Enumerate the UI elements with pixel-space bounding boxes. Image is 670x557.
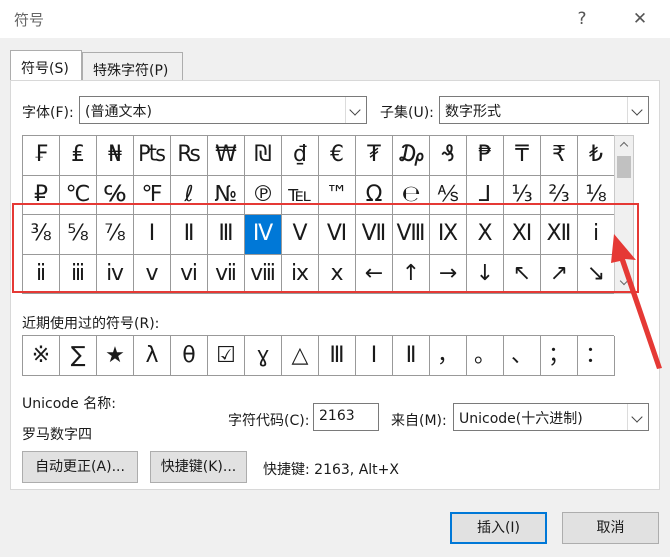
font-label: 字体(F): [22, 105, 74, 121]
recent-symbol-cell[interactable]: ☑ [208, 336, 245, 376]
symbol-cell[interactable]: ₮ [356, 136, 393, 176]
symbol-cell[interactable]: ₩ [208, 136, 245, 176]
recent-symbol-cell[interactable]: ， [430, 336, 467, 376]
recent-symbol-cell[interactable]: ∑ [60, 336, 97, 376]
font-dropdown[interactable]: (普通文本) [79, 96, 367, 124]
symbol-cell[interactable]: € [319, 136, 356, 176]
symbol-cell[interactable]: ₦ [97, 136, 134, 176]
annotation-arrow-icon [611, 234, 662, 369]
symbol-cell[interactable]: ₸ [504, 136, 541, 176]
recent-symbol-cell[interactable]: Ⅲ [319, 336, 356, 376]
cancel-button[interactable]: 取消 [562, 512, 659, 544]
symbol-cell[interactable]: ₪ [245, 136, 282, 176]
recent-symbol-cell[interactable]: ※ [23, 336, 60, 376]
subset-value: 数字形式 [445, 104, 501, 120]
recent-symbol-cell[interactable]: Ⅰ [356, 336, 393, 376]
symbol-cell[interactable]: ₰ [430, 136, 467, 176]
symbol-cell[interactable]: ₯ [393, 136, 430, 176]
shortcut-text: 快捷键: 2163, Alt+X [263, 462, 399, 478]
from-label: 来自(M): [391, 413, 447, 429]
window-title: 符号 [14, 11, 45, 29]
recent-symbol-cell[interactable]: △ [282, 336, 319, 376]
symbol-cell[interactable]: ₺ [578, 136, 615, 176]
insert-button[interactable]: 插入(I) [450, 512, 547, 544]
symbol-cell[interactable]: ₧ [134, 136, 171, 176]
chevron-down-icon [627, 404, 648, 430]
autocorrect-button[interactable]: 自动更正(A)... [22, 451, 138, 483]
char-code-input[interactable]: 2163 [313, 403, 379, 431]
symbol-cell[interactable]: ₨ [171, 136, 208, 176]
chevron-down-icon [627, 97, 648, 123]
recent-symbols-row: ※ ∑ ★ λ θ ☑ ɣ △ Ⅲ Ⅰ Ⅱ，。、；： [22, 335, 615, 376]
scroll-thumb[interactable] [617, 156, 631, 178]
symbol-cell[interactable]: ₱ [467, 136, 504, 176]
scroll-up-icon[interactable] [615, 136, 633, 154]
recent-label: 近期使用过的符号(R): [22, 316, 160, 332]
recent-symbol-cell[interactable]: ɣ [245, 336, 282, 376]
recent-symbol-cell[interactable]: θ [171, 336, 208, 376]
tab-special-characters[interactable]: 特殊字符(P) [82, 52, 183, 80]
close-button[interactable]: ✕ [625, 6, 655, 32]
symbol-cell[interactable]: ₣ [23, 136, 60, 176]
tab-symbols[interactable]: 符号(S) [10, 50, 82, 81]
shortcut-key-button[interactable]: 快捷键(K)... [150, 451, 247, 483]
unicode-name-label: Unicode 名称: [22, 396, 116, 412]
annotation-highlight-box [12, 203, 639, 293]
symbol-cell[interactable]: ₤ [60, 136, 97, 176]
chevron-down-icon [345, 97, 366, 123]
recent-symbol-cell[interactable]: ★ [97, 336, 134, 376]
from-dropdown[interactable]: Unicode(十六进制) [453, 403, 649, 431]
recent-symbol-cell[interactable]: λ [134, 336, 171, 376]
recent-symbol-cell[interactable]: 、 [504, 336, 541, 376]
char-code-label: 字符代码(C): [228, 413, 310, 429]
symbol-cell[interactable]: ₹ [541, 136, 578, 176]
recent-symbol-cell[interactable]: 。 [467, 336, 504, 376]
subset-dropdown[interactable]: 数字形式 [439, 96, 649, 124]
subset-label: 子集(U): [380, 105, 434, 121]
title-bar: 符号 ? ✕ [0, 0, 670, 38]
from-value: Unicode(十六进制) [459, 411, 583, 427]
font-value: (普通文本) [85, 104, 152, 120]
recent-symbol-cell[interactable]: Ⅱ [393, 336, 430, 376]
help-button[interactable]: ? [567, 6, 597, 32]
recent-symbol-cell[interactable]: ； [541, 336, 578, 376]
recent-symbol-cell[interactable]: ： [578, 336, 615, 376]
symbol-cell[interactable]: ₫ [282, 136, 319, 176]
unicode-name-value: 罗马数字四 [22, 427, 92, 443]
